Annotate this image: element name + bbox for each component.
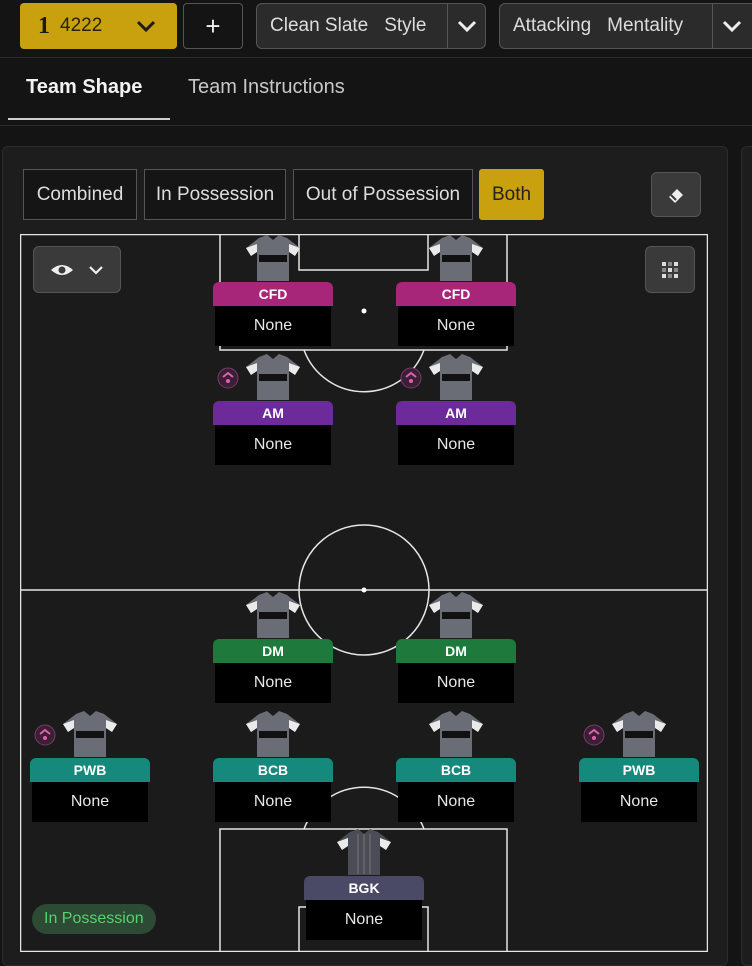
mentality-chevron-button[interactable] bbox=[712, 4, 750, 48]
formation-name: 4222 bbox=[60, 15, 103, 36]
role-label: AM bbox=[213, 401, 333, 425]
chevron-down-icon bbox=[136, 20, 156, 33]
active-tab-indicator bbox=[8, 118, 170, 120]
duty-label: None bbox=[398, 782, 514, 822]
role-label: BGK bbox=[304, 876, 424, 900]
eraser-button[interactable] bbox=[651, 172, 701, 217]
shirt-icon bbox=[62, 710, 118, 758]
filter-both[interactable]: Both bbox=[479, 169, 544, 220]
shirt-icon bbox=[611, 710, 667, 758]
shirt-icon bbox=[428, 353, 484, 401]
top-bar: 1 4222 + Clean Slate Style Attacking Men… bbox=[0, 0, 752, 58]
chevron-down-icon bbox=[89, 265, 103, 275]
duty-label: None bbox=[581, 782, 697, 822]
duty-label: None bbox=[398, 306, 514, 346]
role-badge-icon bbox=[34, 724, 56, 746]
visibility-dropdown[interactable] bbox=[33, 246, 121, 293]
duty-label: None bbox=[398, 425, 514, 465]
style-label: Style bbox=[384, 15, 427, 36]
shirt-icon bbox=[245, 353, 301, 401]
chevron-down-icon bbox=[457, 20, 476, 33]
role-label: CFD bbox=[213, 282, 333, 306]
role-label: PWB bbox=[579, 758, 699, 782]
player-card-dm[interactable]: DM None bbox=[213, 591, 333, 703]
duty-label: None bbox=[215, 782, 331, 822]
add-tactic-button[interactable]: + bbox=[183, 3, 243, 49]
duty-label: None bbox=[398, 663, 514, 703]
player-card-bcb[interactable]: BCB None bbox=[213, 710, 333, 822]
player-card-cfd[interactable]: CFD None bbox=[213, 234, 333, 346]
tab-team-instructions[interactable]: Team Instructions bbox=[188, 76, 345, 99]
grid-icon bbox=[662, 261, 678, 278]
filter-combined[interactable]: Combined bbox=[23, 169, 137, 220]
player-card-cfd[interactable]: CFD None bbox=[396, 234, 516, 346]
duty-label: None bbox=[215, 425, 331, 465]
player-card-am[interactable]: AM None bbox=[213, 353, 333, 465]
role-badge-icon bbox=[583, 724, 605, 746]
shirt-icon bbox=[245, 710, 301, 758]
formation-number: 1 bbox=[38, 12, 50, 39]
grid-view-button[interactable] bbox=[645, 246, 695, 293]
role-label: DM bbox=[396, 639, 516, 663]
shirt-icon bbox=[428, 591, 484, 639]
role-label: AM bbox=[396, 401, 516, 425]
player-card-bcb[interactable]: BCB None bbox=[396, 710, 516, 822]
shirt-icon bbox=[336, 828, 392, 876]
status-badge: In Possession bbox=[32, 904, 156, 934]
role-label: BCB bbox=[213, 758, 333, 782]
player-card-pwb[interactable]: PWB None bbox=[30, 710, 150, 822]
eraser-icon bbox=[669, 188, 683, 203]
mentality-dropdown[interactable]: Attacking Mentality bbox=[499, 3, 752, 49]
duty-label: None bbox=[32, 782, 148, 822]
mentality-name: Attacking bbox=[513, 15, 592, 36]
style-dropdown[interactable]: Clean Slate Style bbox=[256, 3, 486, 49]
shirt-icon bbox=[428, 710, 484, 758]
duty-label: None bbox=[215, 306, 331, 346]
filter-out-of-possession[interactable]: Out of Possession bbox=[293, 169, 473, 220]
filter-in-possession[interactable]: In Possession bbox=[144, 169, 286, 220]
player-card-dm[interactable]: DM None bbox=[396, 591, 516, 703]
side-panel bbox=[741, 146, 752, 966]
style-chevron-button[interactable] bbox=[447, 4, 485, 48]
role-badge-icon bbox=[217, 367, 239, 389]
player-card-pwb[interactable]: PWB None bbox=[579, 710, 699, 822]
chevron-down-icon bbox=[722, 20, 741, 33]
player-card-bgk[interactable]: BGK None bbox=[304, 828, 424, 940]
formation-dropdown[interactable]: 1 4222 bbox=[20, 3, 177, 49]
role-label: BCB bbox=[396, 758, 516, 782]
shirt-icon bbox=[245, 591, 301, 639]
duty-label: None bbox=[215, 663, 331, 703]
pitch: CFD None CFD None AM None AM None DM None DM None PW… bbox=[20, 234, 708, 952]
shirt-icon bbox=[245, 234, 301, 282]
mentality-label: Mentality bbox=[607, 15, 684, 36]
tab-team-shape[interactable]: Team Shape bbox=[26, 76, 142, 99]
shirt-icon bbox=[428, 234, 484, 282]
eye-icon bbox=[51, 264, 73, 275]
style-name: Clean Slate bbox=[270, 15, 369, 36]
role-label: PWB bbox=[30, 758, 150, 782]
role-label: CFD bbox=[396, 282, 516, 306]
player-card-am[interactable]: AM None bbox=[396, 353, 516, 465]
duty-label: None bbox=[306, 900, 422, 940]
tab-bar: Team Shape Team Instructions bbox=[0, 58, 752, 126]
role-label: DM bbox=[213, 639, 333, 663]
role-badge-icon bbox=[400, 367, 422, 389]
